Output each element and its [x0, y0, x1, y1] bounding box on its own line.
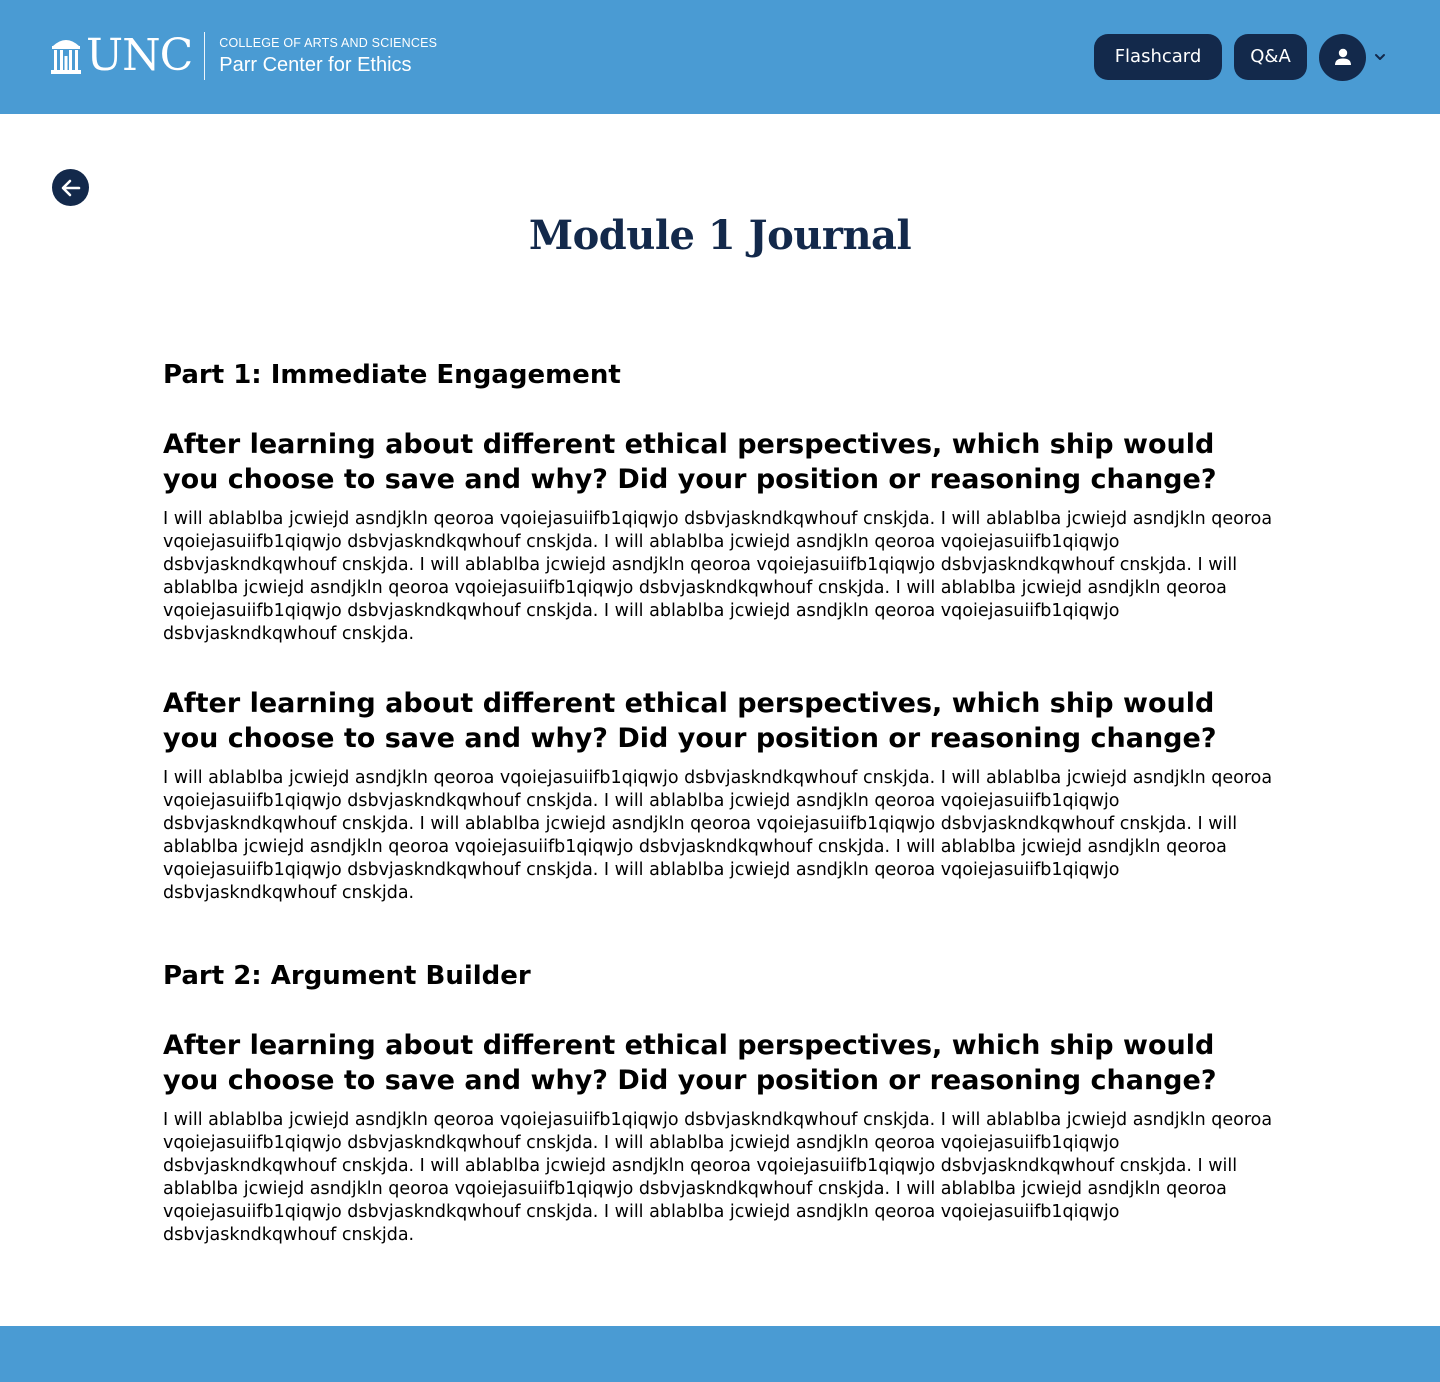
- unc-parr-logo[interactable]: UNC COLLEGE OF ARTS AND SCIENCES Parr Ce…: [50, 32, 437, 80]
- logo-divider: [204, 32, 206, 80]
- entry-answer: I will ablablba jcwiejd asndjkln qeoroa …: [163, 509, 1273, 644]
- college-name: COLLEGE OF ARTS AND SCIENCES: [219, 36, 438, 50]
- logo-text: COLLEGE OF ARTS AND SCIENCES Parr Center…: [219, 34, 437, 78]
- part-heading: Part 2: Argument Builder: [163, 961, 531, 991]
- part-heading: Part 1: Immediate Engagement: [163, 360, 621, 390]
- entry-answer: I will ablablba jcwiejd asndjkln qeoroa …: [163, 1110, 1273, 1245]
- flashcard-button[interactable]: Flashcard: [1094, 34, 1222, 80]
- footer: [0, 1326, 1440, 1382]
- user-menu[interactable]: [1319, 33, 1389, 81]
- page-title: Module 1 Journal: [528, 212, 912, 259]
- old-well-icon: [51, 40, 81, 74]
- back-button[interactable]: [52, 169, 89, 206]
- entry-answer: I will ablablba jcwiejd asndjkln qeoroa …: [163, 768, 1273, 903]
- qa-button[interactable]: Q&A: [1234, 34, 1307, 80]
- entry-question: After learning about different ethical p…: [163, 429, 1217, 495]
- center-name: Parr Center for Ethics: [219, 54, 412, 76]
- chevron-down-icon[interactable]: [1374, 51, 1386, 63]
- avatar[interactable]: [1319, 33, 1366, 81]
- user-icon: [1334, 48, 1351, 65]
- top-header: UNC COLLEGE OF ARTS AND SCIENCES Parr Ce…: [0, 0, 1440, 114]
- entry-question: After learning about different ethical p…: [163, 1030, 1217, 1096]
- unc-wordmark: UNC: [86, 30, 193, 81]
- arrow-left-icon: [61, 179, 80, 196]
- entry-question: After learning about different ethical p…: [163, 688, 1217, 754]
